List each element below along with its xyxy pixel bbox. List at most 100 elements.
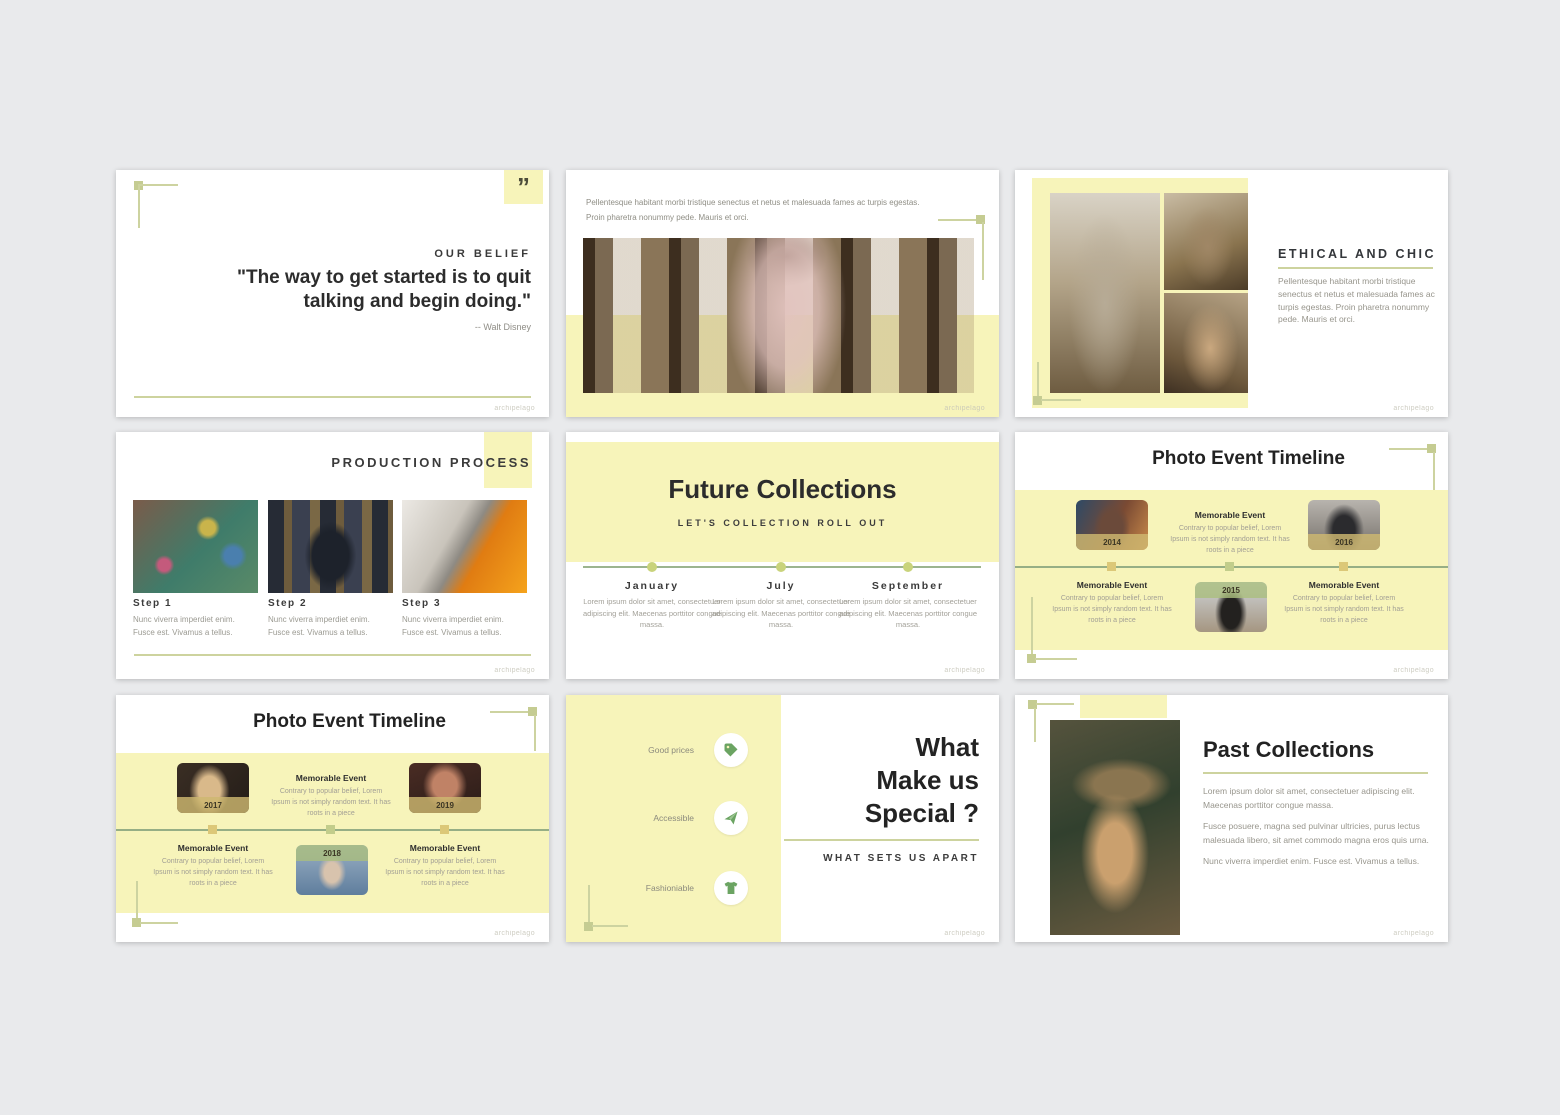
photo-dress-portrait: [1050, 193, 1160, 393]
event-text: Contrary to popular belief, Lorem Ipsum …: [270, 786, 392, 819]
corner-bracket-line: [1036, 703, 1074, 705]
title-line: Special ?: [739, 797, 979, 830]
corner-bracket-line: [1389, 448, 1431, 450]
event-heading: Memorable Event: [152, 843, 274, 853]
event-heading: Memorable Event: [270, 773, 392, 783]
quote-mark-box: ”: [504, 170, 543, 204]
event-text: Contrary to popular belief, Lorem Ipsum …: [384, 856, 506, 889]
intro-line: Proin pharetra nonummy pede. Mauris et o…: [586, 210, 920, 225]
timeline-marker: [1225, 562, 1234, 571]
photo-craft-supplies: [133, 500, 258, 593]
watermark: archipelago: [494, 667, 535, 674]
title-line: What: [739, 731, 979, 764]
watermark: archipelago: [1393, 405, 1434, 412]
body-paragraph: Nunc viverra imperdiet enim. Fusce est. …: [1203, 855, 1435, 869]
event-block: Memorable Event Contrary to popular beli…: [384, 843, 506, 889]
year-badge: 2014: [1076, 534, 1148, 550]
intro-text: Pellentesque habitant morbi tristique se…: [586, 195, 920, 225]
accent-rect: [1080, 695, 1167, 718]
quote-icon: ”: [517, 177, 530, 197]
photo-portrait-bottom: [1164, 293, 1248, 393]
tshirt-icon: [723, 880, 739, 896]
intro-line: Pellentesque habitant morbi tristique se…: [586, 195, 920, 210]
slides-grid: ” OUR BELIEF "The way to get started is …: [0, 0, 1560, 1115]
milestone-text: Lorem ipsum dolor sit amet, consectetuer…: [835, 596, 981, 631]
title-underline: [1278, 267, 1433, 269]
step-title: Step 3: [402, 598, 441, 609]
tag-icon: [723, 742, 739, 758]
year-badge: 2017: [177, 797, 249, 813]
event-block: Memorable Event Contrary to popular beli…: [1169, 510, 1291, 556]
slide-photo-timeline-2[interactable]: Photo Event Timeline 2017 Memorable Even…: [116, 695, 549, 942]
timeline-dot: [776, 562, 786, 572]
slide-quote[interactable]: ” OUR BELIEF "The way to get started is …: [116, 170, 549, 417]
step-title: Step 1: [133, 598, 172, 609]
corner-bracket-line: [138, 184, 178, 186]
slide-past-collections[interactable]: Past Collections Lorem ipsum dolor sit a…: [1015, 695, 1448, 942]
divider-line: [134, 654, 531, 656]
title-underline: [1203, 772, 1428, 774]
milestone-label: January: [582, 580, 722, 592]
watermark: archipelago: [494, 930, 535, 937]
step-text: Nunc viverra imperdiet enim.: [133, 613, 235, 626]
watermark: archipelago: [944, 405, 985, 412]
slide-photo-timeline-1[interactable]: Photo Event Timeline 2014 Memorable Even…: [1015, 432, 1448, 679]
year-badge: 2018: [296, 845, 368, 861]
event-heading: Memorable Event: [384, 843, 506, 853]
step-text: Nunc viverra imperdiet enim.: [268, 613, 370, 626]
milestone-text: Lorem ipsum dolor sit amet, consectetuer…: [579, 596, 725, 631]
feature-icon-circle: [714, 871, 748, 905]
quote-text: "The way to get started is to quit talki…: [201, 266, 531, 314]
section-subtitle: WHAT SETS US APART: [823, 853, 979, 864]
timeline-marker: [326, 825, 335, 834]
section-subtitle: LET'S COLLECTION ROLL OUT: [566, 518, 999, 528]
photo-event-2014: 2014: [1076, 500, 1148, 550]
body-paragraph: Lorem ipsum dolor sit amet, consectetuer…: [1203, 785, 1435, 812]
step-text: Fusce est. Vivamus a tellus.: [133, 626, 232, 639]
year-badge: 2019: [409, 797, 481, 813]
slide-ethical-chic[interactable]: ETHICAL AND CHIC Pellentesque habitant m…: [1015, 170, 1448, 417]
milestone-label: September: [838, 580, 978, 592]
photo-woman-colonnade: [583, 238, 974, 393]
event-block: Memorable Event Contrary to popular beli…: [1051, 580, 1173, 626]
watermark: archipelago: [494, 405, 535, 412]
event-text: Contrary to popular belief, Lorem Ipsum …: [1169, 523, 1291, 556]
corner-bracket-line: [138, 184, 140, 228]
corner-bracket-line: [1035, 658, 1077, 660]
slide-photo-intro[interactable]: Pellentesque habitant morbi tristique se…: [566, 170, 999, 417]
slide-future-collections[interactable]: Future Collections LET'S COLLECTION ROLL…: [566, 432, 999, 679]
corner-bracket-line: [136, 881, 138, 919]
slide-what-makes-us-special[interactable]: Good prices Accessible Fashioniable What…: [566, 695, 999, 942]
corner-bracket-line: [592, 925, 628, 927]
timeline-marker: [1339, 562, 1348, 571]
step-text: Fusce est. Vivamus a tellus.: [402, 626, 501, 639]
watermark: archipelago: [944, 930, 985, 937]
event-text: Contrary to popular belief, Lorem Ipsum …: [1283, 593, 1405, 626]
section-title: Photo Event Timeline: [1015, 448, 1448, 470]
body-paragraph: Fusce posuere, magna sed pulvinar ultric…: [1203, 820, 1435, 847]
event-heading: Memorable Event: [1169, 510, 1291, 520]
photo-event-2015: 2015: [1195, 582, 1267, 632]
year-badge: 2016: [1308, 534, 1380, 550]
photo-event-2019: 2019: [409, 763, 481, 813]
corner-bracket-line: [588, 885, 590, 923]
corner-bracket-line: [534, 715, 536, 751]
watermark: archipelago: [1393, 667, 1434, 674]
timeline-marker: [208, 825, 217, 834]
step-text: Nunc viverra imperdiet enim.: [402, 613, 504, 626]
section-title: Photo Event Timeline: [116, 711, 549, 733]
corner-bracket-line: [938, 219, 980, 221]
section-title: Past Collections: [1203, 737, 1374, 763]
photo-woman-pampas: [1050, 720, 1180, 935]
section-title: Future Collections: [566, 474, 999, 505]
title-underline: [784, 839, 979, 841]
corner-bracket-line: [1041, 399, 1081, 401]
photo-clothes-rack: [268, 500, 393, 593]
feature-label: Accessible: [582, 813, 694, 823]
photo-event-2017: 2017: [177, 763, 249, 813]
photo-event-2016: 2016: [1308, 500, 1380, 550]
paper-plane-icon: [723, 810, 739, 826]
event-heading: Memorable Event: [1283, 580, 1405, 590]
timeline-dot: [647, 562, 657, 572]
slide-production-process[interactable]: PRODUCTION PROCESS Step 1 Nunc viverra i…: [116, 432, 549, 679]
